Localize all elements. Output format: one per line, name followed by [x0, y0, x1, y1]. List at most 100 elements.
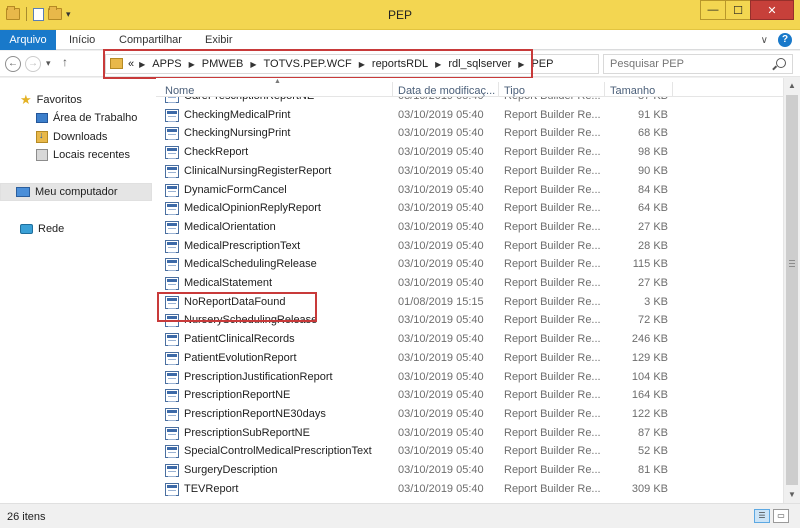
- nav-computer[interactable]: Meu computador: [0, 183, 152, 201]
- table-row[interactable]: PatientClinicalRecords 03/10/2019 05:40 Re…: [156, 330, 783, 349]
- table-row[interactable]: NurserySchedulingRelease 03/10/2019 05:40…: [156, 311, 783, 330]
- folder-icon: [110, 58, 123, 69]
- table-row[interactable]: PrescriptionReportNE30days 03/10/2019 05:…: [156, 405, 783, 424]
- table-row[interactable]: CheckingMedicalPrint 03/10/2019 05:40 Repo…: [156, 106, 783, 125]
- table-row[interactable]: PrescriptionReportNE 03/10/2019 05:40 Repo…: [156, 386, 783, 405]
- window-title: PEP: [387, 8, 412, 22]
- search-input[interactable]: [610, 56, 770, 72]
- breadcrumb-separator-icon[interactable]: ▶: [250, 60, 256, 69]
- breadcrumb-overflow[interactable]: «: [128, 58, 134, 70]
- file-date: 03/10/2019 05:40: [398, 220, 484, 233]
- file-type: Report Builder Re...: [504, 464, 601, 476]
- file-size: 64 KB: [638, 202, 668, 215]
- ribbon-tabs: Arquivo Início Compartilhar Exibir ∨ ?: [0, 30, 800, 50]
- large-icons-view-icon[interactable]: ▭: [773, 509, 789, 523]
- breadcrumb-separator-icon[interactable]: ▶: [435, 60, 441, 69]
- table-row[interactable]: MedicalOrientation 03/10/2019 05:40 Report…: [156, 218, 783, 237]
- file-date: 03/10/2019 05:40: [398, 333, 484, 346]
- breadcrumb-separator-icon[interactable]: ▶: [359, 60, 365, 69]
- scroll-grip: [789, 260, 795, 261]
- file-type: Report Builder Re...: [504, 333, 601, 346]
- table-row[interactable]: PatientEvolutionReport 03/10/2019 05:40 Re…: [156, 349, 783, 368]
- help-icon[interactable]: ?: [778, 33, 792, 47]
- table-row[interactable]: PrescriptionJustificationReport 03/10/201…: [156, 368, 783, 387]
- scroll-down-icon[interactable]: ▼: [784, 487, 800, 503]
- breadcrumb-separator-icon[interactable]: ▶: [189, 60, 195, 69]
- file-type: Report Builder Re...: [504, 314, 601, 327]
- search-box[interactable]: [603, 54, 793, 74]
- scroll-thumb[interactable]: [786, 95, 798, 485]
- maximize-button[interactable]: ☐: [725, 0, 751, 20]
- table-row[interactable]: PrescriptionSubReportNE 03/10/2019 05:40 R…: [156, 424, 783, 443]
- nav-recent[interactable]: Locais recentes: [36, 146, 130, 164]
- table-row[interactable]: MedicalPrescriptionText 03/10/2019 05:40 R…: [156, 237, 783, 256]
- tab-compartilhar[interactable]: Compartilhar: [119, 30, 182, 50]
- table-row[interactable]: MedicalOpinionReplyReport 03/10/2019 05:4…: [156, 199, 783, 218]
- column-date[interactable]: Data de modificaç...: [398, 85, 495, 97]
- file-date: 03/10/2019 05:40: [398, 482, 484, 495]
- breadcrumb-totvs-pep-wcf[interactable]: TOTVS.PEP.WCF: [264, 58, 352, 70]
- sort-ascending-icon: ▲: [274, 78, 281, 85]
- breadcrumb-rdl-sqlserver[interactable]: rdl_sqlserver: [448, 58, 511, 70]
- column-type[interactable]: Tipo: [504, 85, 525, 97]
- forward-button[interactable]: →: [25, 56, 41, 72]
- file-name: MedicalPrescriptionText: [184, 239, 301, 252]
- column-size[interactable]: Tamanho: [610, 85, 655, 97]
- file-size: 81 KB: [638, 464, 668, 476]
- file-date: 03/10/2019 05:40: [398, 183, 484, 196]
- table-row[interactable]: CheckReport 03/10/2019 05:40 Report Builde…: [156, 143, 783, 162]
- table-row[interactable]: CheckingNursingPrint 03/10/2019 05:40 Repo…: [156, 124, 783, 143]
- breadcrumb-separator-icon[interactable]: ▶: [518, 60, 524, 69]
- file-type: Report Builder Re...: [504, 146, 601, 159]
- file-name: PrescriptionSubReportNE: [184, 426, 310, 439]
- file-type: Report Builder Re...: [504, 426, 601, 439]
- table-row[interactable]: SurgeryDescription 03/10/2019 05:40 Report…: [156, 461, 783, 480]
- table-row[interactable]: NoReportDataFound 01/08/2019 15:15 Report …: [156, 293, 783, 312]
- tab-arquivo[interactable]: Arquivo: [0, 30, 56, 50]
- minimize-button[interactable]: —: [700, 0, 726, 20]
- breadcrumb-apps[interactable]: APPS: [152, 58, 181, 70]
- nav-desktop-label: Área de Trabalho: [53, 112, 138, 124]
- breadcrumb-pep[interactable]: PEP: [531, 58, 553, 70]
- search-icon[interactable]: [776, 58, 786, 68]
- tab-inicio[interactable]: Início: [69, 30, 95, 50]
- file-date: 03/10/2019 05:40: [398, 108, 484, 121]
- nav-network[interactable]: Rede: [20, 220, 64, 238]
- recent-locations-chevron-icon[interactable]: ▾: [46, 58, 51, 69]
- table-row[interactable]: MedicalStatement 03/10/2019 05:40 Report B…: [156, 274, 783, 293]
- file-type: Report Builder Re...: [504, 277, 601, 289]
- details-view-icon[interactable]: ☰: [754, 509, 770, 523]
- file-size: 164 KB: [631, 389, 668, 402]
- column-divider[interactable]: [392, 82, 393, 97]
- up-button[interactable]: ↑: [62, 55, 68, 69]
- nav-favorites[interactable]: ★ Favoritos: [20, 91, 82, 109]
- file-size: 3 KB: [644, 295, 668, 308]
- nav-desktop[interactable]: Área de Trabalho: [36, 109, 137, 127]
- table-row[interactable]: MedicalSchedulingRelease 03/10/2019 05:40…: [156, 255, 783, 274]
- breadcrumb-reportsrdl[interactable]: reportsRDL: [372, 58, 428, 70]
- table-row[interactable]: DynamicFormCancel 03/10/2019 05:40 Report …: [156, 181, 783, 200]
- expand-ribbon-chevron-icon[interactable]: ∨: [761, 35, 768, 46]
- column-divider[interactable]: [498, 82, 499, 97]
- report-file-icon: [165, 202, 179, 216]
- file-date: 01/08/2019 15:15: [398, 295, 484, 308]
- tab-exibir[interactable]: Exibir: [205, 30, 233, 50]
- vertical-scrollbar[interactable]: ▲ ▼: [783, 78, 800, 503]
- table-row[interactable]: ClinicalNursingRegisterReport 03/10/2019 …: [156, 162, 783, 181]
- file-size: 68 KB: [638, 127, 668, 140]
- nav-favorites-label: Favoritos: [36, 94, 82, 106]
- column-divider[interactable]: [604, 82, 605, 97]
- table-row[interactable]: SpecialControlMedicalPrescriptionText 03/…: [156, 442, 783, 461]
- report-file-icon: [165, 258, 179, 272]
- column-divider[interactable]: [672, 82, 673, 97]
- file-type: Report Builder Re...: [504, 220, 601, 233]
- table-row[interactable]: TEVReport 03/10/2019 05:40 Report Builder …: [156, 480, 783, 499]
- scroll-up-icon[interactable]: ▲: [784, 78, 800, 94]
- breadcrumb-pmweb[interactable]: PMWEB: [202, 58, 244, 70]
- address-bar[interactable]: « ▶ APPS ▶ PMWEB ▶ TOTVS.PEP.WCF ▶ repor…: [105, 54, 679, 74]
- column-name[interactable]: Nome: [165, 85, 194, 97]
- nav-downloads[interactable]: Downloads: [36, 128, 107, 146]
- back-button[interactable]: ←: [5, 56, 21, 72]
- report-file-icon: [165, 370, 179, 384]
- close-button[interactable]: ✕: [750, 0, 794, 20]
